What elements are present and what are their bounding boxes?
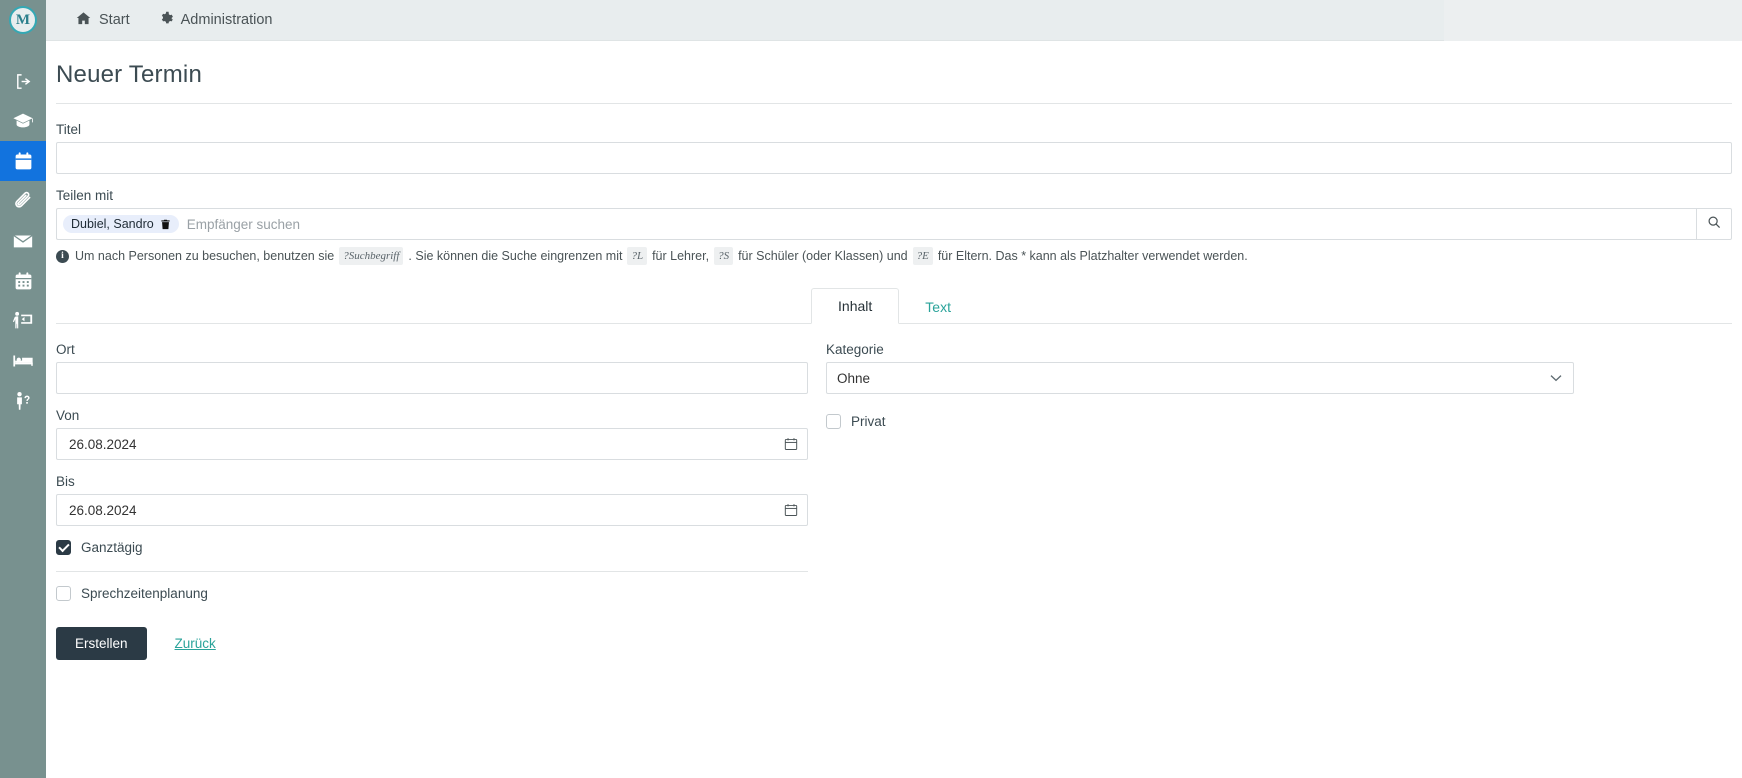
home-icon — [76, 11, 91, 30]
hint-code-student: ?S — [714, 247, 734, 265]
search-icon — [1707, 215, 1721, 234]
von-date-input[interactable] — [56, 428, 808, 460]
field-teilen-mit: Teilen mit Dubiel, Sandro Empfänger such… — [56, 188, 1732, 265]
tab-bar: Inhalt Text — [56, 287, 1732, 324]
topnav-item-administration[interactable]: Administration — [144, 0, 287, 41]
recipient-hint: i Um nach Personen zu besuchen, benutzen… — [56, 247, 1732, 265]
content-columns: Ort Von Bis — [56, 342, 1732, 660]
tab-text[interactable]: Text — [899, 290, 977, 324]
kategorie-select[interactable]: Ohne — [826, 362, 1574, 394]
hint-code-search: ?Suchbegriff — [339, 247, 404, 265]
recipient-box[interactable]: Dubiel, Sandro Empfänger suchen — [56, 208, 1696, 240]
recipient-placeholder: Empfänger suchen — [186, 216, 301, 232]
hint-suffix: für Eltern. Das * kann als Platzhalter v… — [937, 249, 1248, 263]
topnav-label-start: Start — [99, 12, 130, 28]
sidebar-item-attachments[interactable] — [0, 181, 46, 221]
sidebar-item-courses[interactable] — [0, 101, 46, 141]
ort-input[interactable] — [56, 362, 808, 394]
recipient-chip: Dubiel, Sandro — [63, 215, 179, 233]
hint-mid2: für Lehrer, — [652, 249, 710, 263]
label-kategorie: Kategorie — [826, 342, 884, 357]
privat-label: Privat — [851, 414, 886, 429]
ganztaegig-label: Ganztägig — [81, 540, 143, 555]
bis-input-wrap — [56, 494, 808, 526]
sidebar-item-mail[interactable] — [0, 221, 46, 261]
checkbox-row-sprechzeitenplanung[interactable]: Sprechzeitenplanung — [56, 586, 808, 601]
person-question-icon — [12, 390, 34, 412]
erstellen-button[interactable]: Erstellen — [56, 627, 147, 660]
paperclip-icon — [13, 191, 34, 212]
sidebar-item-support[interactable] — [0, 381, 46, 421]
sidebar-item-logout[interactable] — [0, 61, 46, 101]
label-titel: Titel — [56, 122, 82, 137]
calendar-days-icon — [13, 271, 34, 292]
topnav-item-start[interactable]: Start — [62, 0, 144, 41]
search-button[interactable] — [1696, 208, 1732, 240]
info-icon: i — [56, 249, 69, 263]
zurueck-link[interactable]: Zurück — [175, 636, 216, 651]
label-teilen-mit: Teilen mit — [56, 188, 114, 203]
page-title: Neuer Termin — [56, 61, 203, 88]
field-titel: Titel — [56, 122, 1732, 174]
sprechzeitenplanung-checkbox[interactable] — [56, 586, 71, 601]
hint-mid1: . Sie können die Suche eingrenzen mit — [408, 249, 623, 263]
von-input-wrap — [56, 428, 808, 460]
field-kategorie: Kategorie Ohne — [826, 342, 1574, 394]
hint-prefix: Um nach Personen zu besuchen, benutzen s… — [75, 249, 335, 263]
field-ort: Ort — [56, 342, 808, 394]
section-divider — [56, 571, 808, 572]
label-ort: Ort — [56, 342, 75, 357]
trash-icon[interactable] — [160, 219, 171, 230]
share-row: Dubiel, Sandro Empfänger suchen — [56, 208, 1732, 240]
ganztaegig-checkbox[interactable] — [56, 540, 71, 555]
main-content: Neuer Termin Titel Teilen mit Dubiel, Sa… — [46, 41, 1742, 778]
sidebar — [0, 41, 46, 778]
recipient-chip-label: Dubiel, Sandro — [71, 217, 154, 231]
graduation-cap-icon — [12, 110, 34, 132]
label-von: Von — [56, 408, 80, 423]
logout-icon — [14, 72, 33, 91]
titel-input[interactable] — [56, 142, 1732, 174]
top-navigation: Start Administration — [62, 0, 287, 41]
column-right: Kategorie Ohne Privat — [826, 342, 1574, 660]
hint-code-teacher: ?L — [627, 247, 648, 265]
form-actions: Erstellen Zurück — [56, 627, 808, 660]
bed-icon — [12, 350, 34, 372]
column-left: Ort Von Bis — [56, 342, 808, 660]
sidebar-item-boarding[interactable] — [0, 341, 46, 381]
sidebar-item-teaching[interactable] — [0, 301, 46, 341]
title-divider — [56, 103, 1732, 104]
logo-mark-icon: M — [9, 6, 37, 34]
field-von: Von — [56, 408, 808, 460]
presentation-icon — [12, 310, 34, 332]
field-bis: Bis — [56, 474, 808, 526]
gear-icon — [158, 11, 173, 30]
bis-date-input[interactable] — [56, 494, 808, 526]
app-logo[interactable]: M — [0, 0, 46, 41]
kategorie-select-wrap: Ohne — [826, 362, 1574, 394]
label-bis: Bis — [56, 474, 75, 489]
tab-inhalt[interactable]: Inhalt — [811, 288, 900, 324]
checkbox-row-ganztaegig[interactable]: Ganztägig — [56, 540, 808, 555]
calendar-icon — [13, 151, 34, 172]
top-bar: M Start Administration — [0, 0, 1742, 41]
calendar-picker-icon-bis[interactable] — [784, 503, 798, 517]
sidebar-item-schedule[interactable] — [0, 261, 46, 301]
privat-checkbox[interactable] — [826, 414, 841, 429]
calendar-picker-icon-von[interactable] — [784, 437, 798, 451]
hint-mid3: für Schüler (oder Klassen) und — [738, 249, 908, 263]
sidebar-item-calendar[interactable] — [0, 141, 46, 181]
envelope-icon — [12, 230, 34, 252]
sprechzeitenplanung-label: Sprechzeitenplanung — [81, 586, 208, 601]
topnav-label-administration: Administration — [180, 12, 273, 28]
hint-code-parent: ?E — [912, 247, 933, 265]
topbar-right-region — [1444, 0, 1742, 41]
checkbox-row-privat[interactable]: Privat — [826, 414, 1574, 429]
